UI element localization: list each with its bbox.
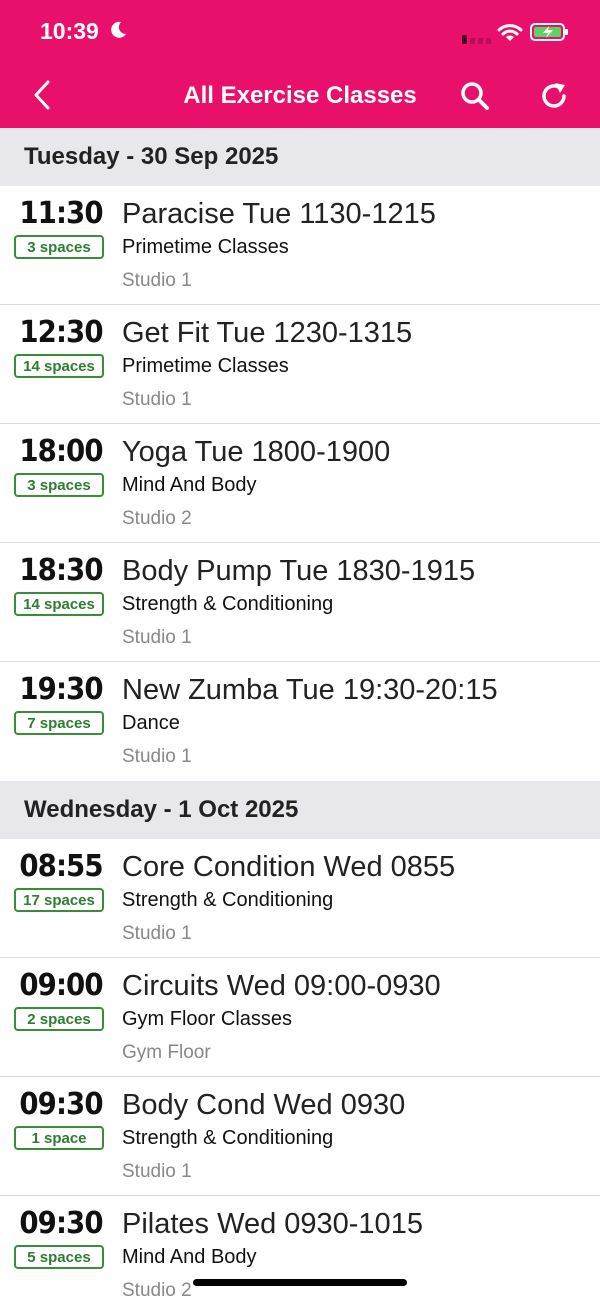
class-row[interactable]: 12:30 14 spaces Get Fit Tue 1230-1315 Pr… [0,305,600,424]
spaces-badge: 3 spaces [14,235,104,259]
class-time: 09:00 [19,968,103,1003]
class-row[interactable]: 11:30 3 spaces Paracise Tue 1130-1215 Pr… [0,186,600,305]
moon-icon [111,21,126,38]
class-row[interactable]: 08:55 17 spaces Core Condition Wed 0855 … [0,839,600,958]
class-category: Mind And Body [122,1246,257,1268]
spaces-badge: 1 space [14,1126,104,1150]
back-button[interactable] [26,78,60,112]
class-location: Gym Floor [122,1042,211,1063]
class-name: Body Pump Tue 1830-1915 [122,555,476,587]
class-row[interactable]: 19:30 7 spaces New Zumba Tue 19:30-20:15… [0,662,600,781]
class-location: Studio 1 [122,270,192,291]
spaces-badge: 7 spaces [14,711,104,735]
class-time: 11:30 [19,196,103,231]
class-location: Studio 1 [122,1161,192,1182]
app-header: 10:39 All Exercise Classes [0,0,600,128]
spaces-badge: 5 spaces [14,1245,104,1269]
page-title: All Exercise Classes [183,82,417,109]
class-list: Tuesday - 30 Sep 2025 11:30 3 spaces Par… [0,128,600,1315]
class-row[interactable]: 18:00 3 spaces Yoga Tue 1800-1900 Mind A… [0,424,600,543]
class-location: Studio 1 [122,923,192,944]
class-row[interactable]: 09:30 5 spaces Pilates Wed 0930-1015 Min… [0,1196,600,1315]
class-category: Dance [122,712,180,734]
class-time: 19:30 [19,672,103,707]
spaces-badge: 14 spaces [14,354,104,378]
class-category: Primetime Classes [122,355,289,377]
class-location: Studio 2 [122,508,192,529]
class-name: New Zumba Tue 19:30-20:15 [122,674,498,706]
class-time: 12:30 [19,315,103,350]
class-time: 18:30 [19,553,103,588]
class-row[interactable]: 09:30 1 space Body Cond Wed 0930 Strengt… [0,1077,600,1196]
class-name: Yoga Tue 1800-1900 [122,436,391,468]
class-category: Mind And Body [122,474,257,496]
class-time: 18:00 [19,434,103,469]
class-location: Studio 1 [122,389,192,410]
refresh-icon[interactable] [538,80,570,112]
spaces-badge: 14 spaces [14,592,104,616]
wifi-icon [497,24,523,41]
class-location: Studio 1 [122,627,192,648]
class-name: Get Fit Tue 1230-1315 [122,317,413,349]
day-header: Wednesday - 1 Oct 2025 [0,781,600,839]
home-indicator[interactable] [193,1279,407,1286]
class-category: Gym Floor Classes [122,1008,293,1030]
class-name: Pilates Wed 0930-1015 [122,1208,423,1240]
search-icon[interactable] [459,80,491,112]
class-category: Primetime Classes [122,236,289,258]
day-header: Tuesday - 30 Sep 2025 [0,128,600,186]
status-time: 10:39 [40,18,99,44]
class-name: Paracise Tue 1130-1215 [122,198,436,230]
spaces-badge: 17 spaces [14,888,104,912]
signal-icon [462,31,494,49]
class-name: Circuits Wed 09:00-0930 [122,970,441,1002]
class-category: Strength & Conditioning [122,889,334,911]
class-row[interactable]: 18:30 14 spaces Body Pump Tue 1830-1915 … [0,543,600,662]
class-name: Body Cond Wed 0930 [122,1089,406,1121]
class-row[interactable]: 09:00 2 spaces Circuits Wed 09:00-0930 G… [0,958,600,1077]
class-time: 08:55 [19,849,103,884]
spaces-badge: 3 spaces [14,473,104,497]
class-time: 09:30 [19,1087,103,1122]
class-name: Core Condition Wed 0855 [122,851,456,883]
class-category: Strength & Conditioning [122,593,334,615]
class-category: Strength & Conditioning [122,1127,334,1149]
spaces-badge: 2 spaces [14,1007,104,1031]
class-time: 09:30 [19,1206,103,1241]
battery-icon [530,23,568,41]
class-location: Studio 1 [122,746,192,767]
